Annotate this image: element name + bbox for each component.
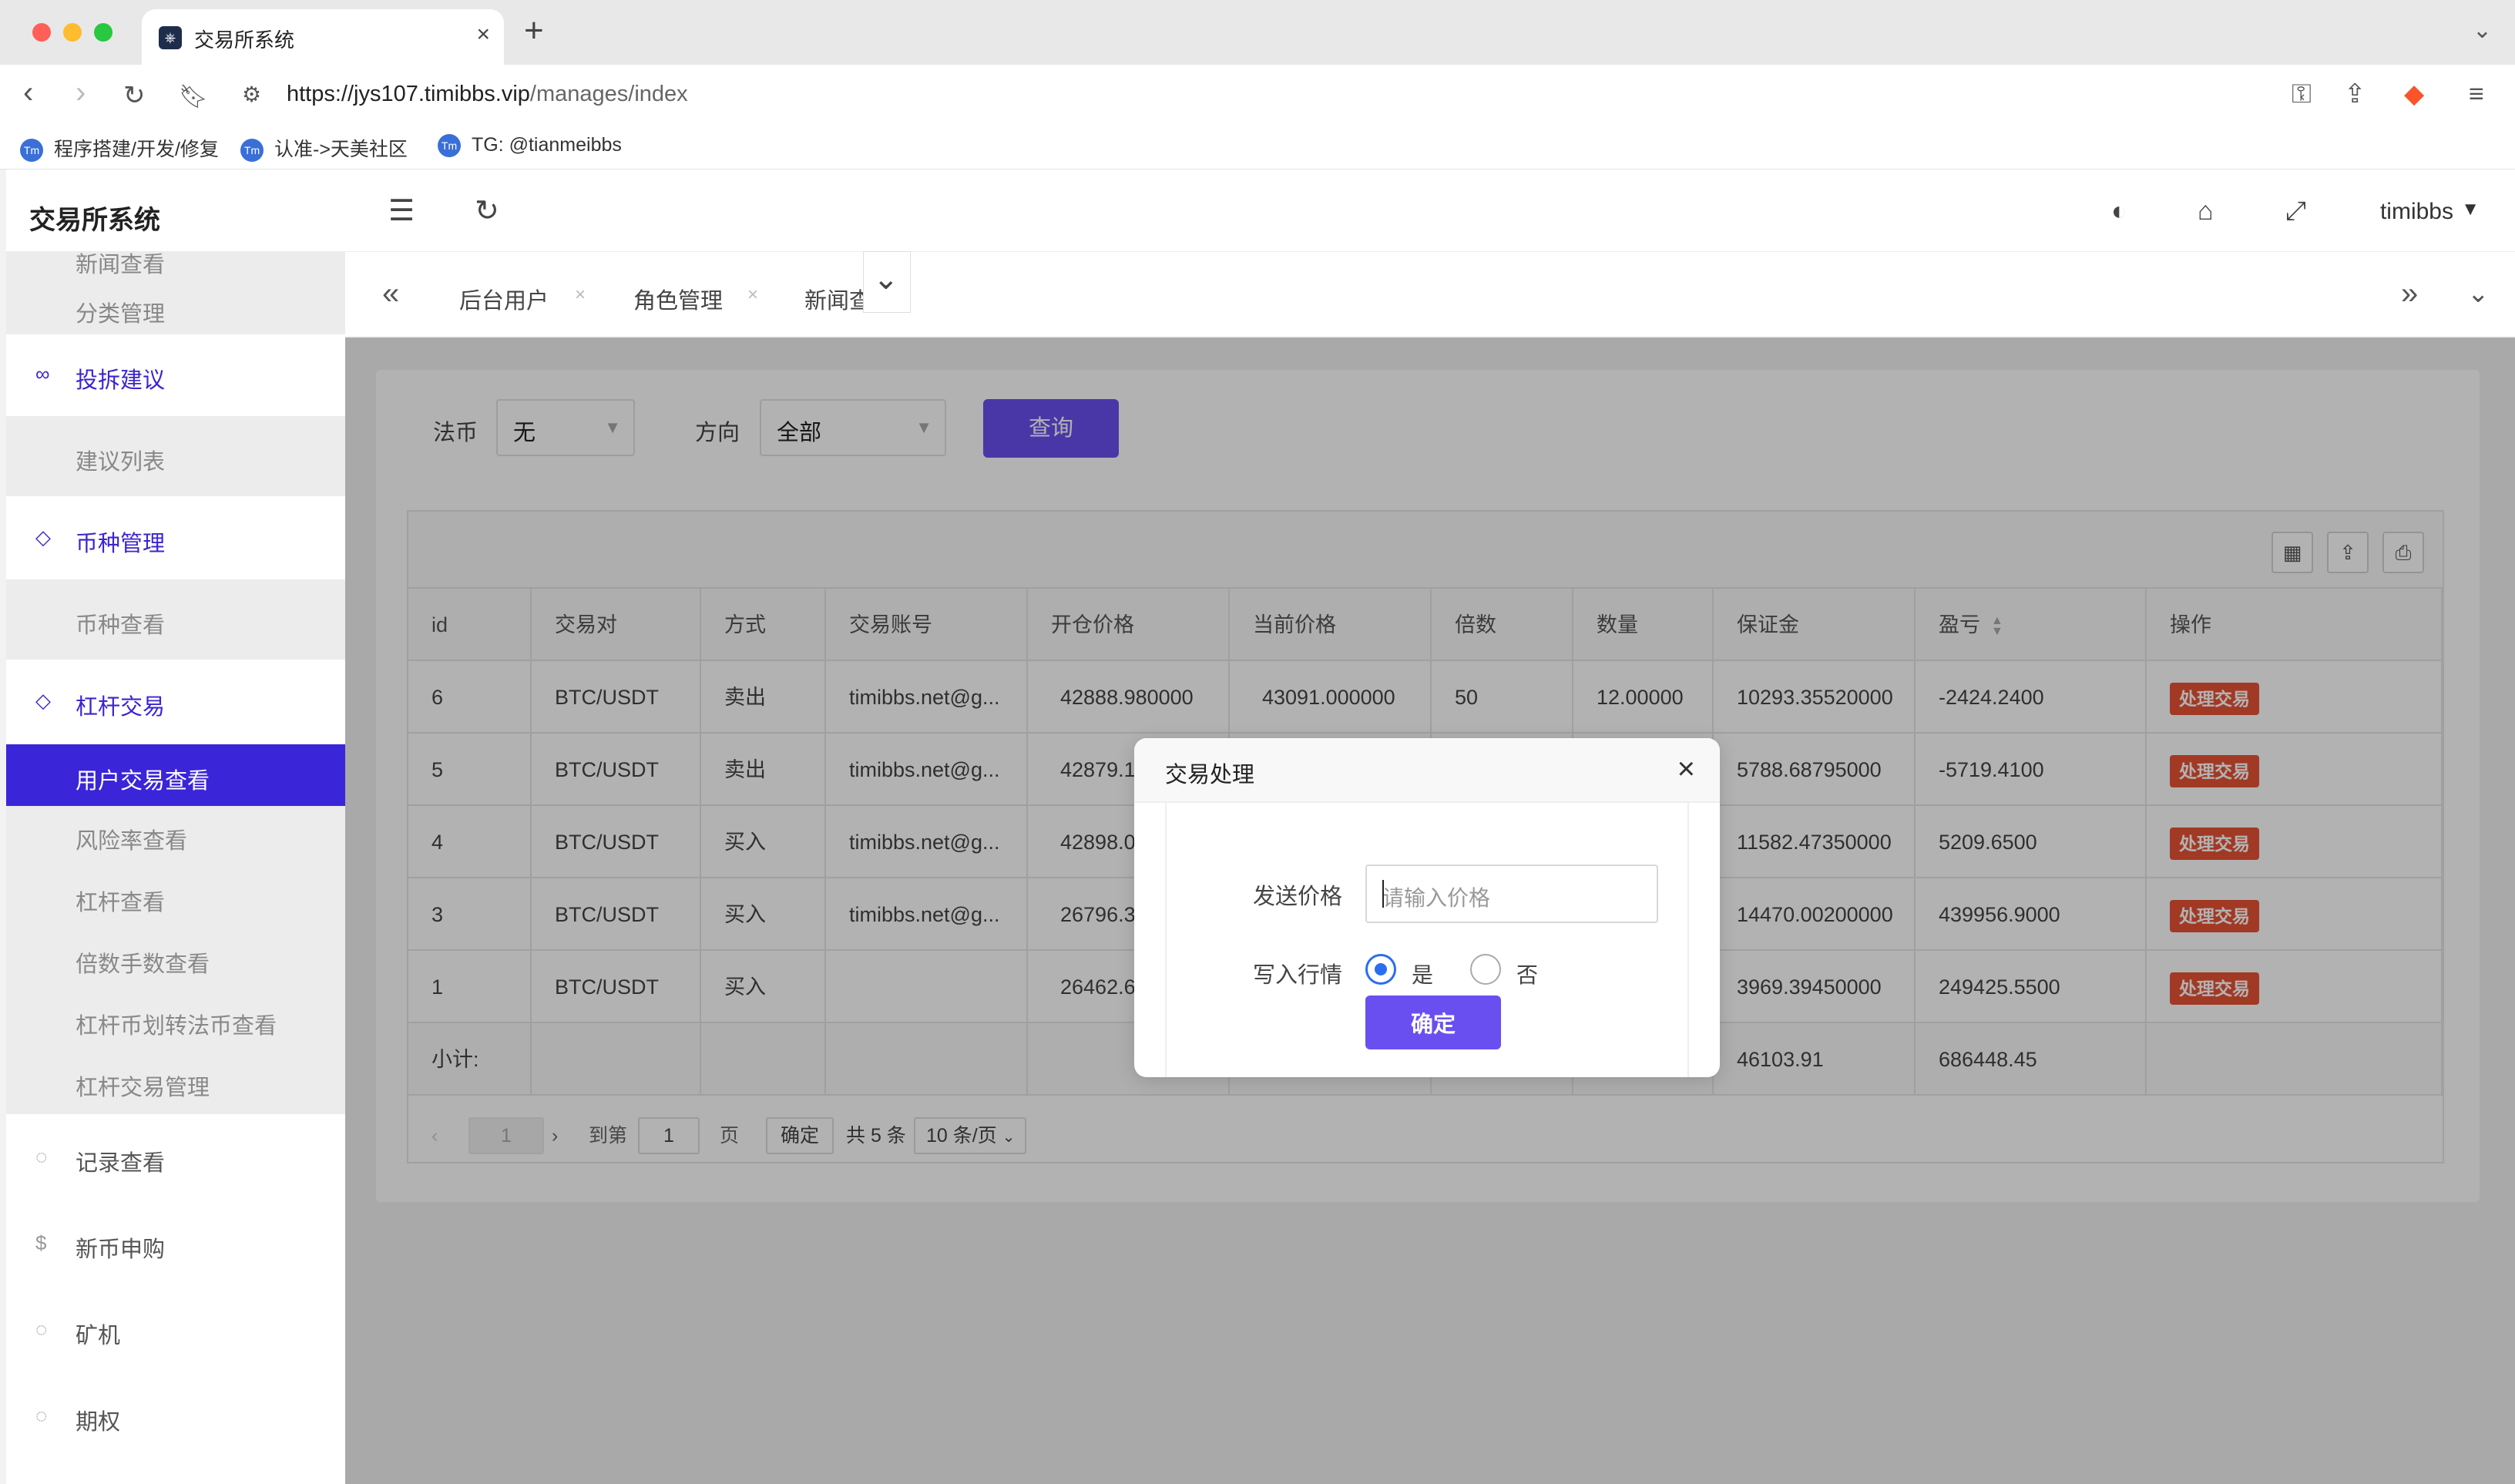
key-icon[interactable]: ⚿ — [2292, 79, 2312, 109]
circle-icon: ◌ — [35, 1145, 48, 1168]
minimize-window-button[interactable] — [63, 23, 82, 42]
sidebar-item-currency-view[interactable]: 币种查看 — [6, 579, 345, 660]
user-menu[interactable]: timibbs — [2380, 199, 2453, 225]
sidebar-item-transfer[interactable]: 杠杆币划转法币查看 — [6, 991, 345, 1053]
sidebar: 交易所系统 新闻查看 分类管理 ∞ 投拆建议 建议列表 ◇ 币种管理 币种查看 ◇ 杠… — [6, 170, 345, 1484]
dollar-icon: $ — [35, 1231, 47, 1254]
chevron-down-icon: ⌄ — [873, 262, 899, 296]
close-tab-icon[interactable]: × — [476, 22, 490, 48]
sidebar-item-news[interactable]: 新闻查看 — [6, 251, 345, 282]
tag-icon[interactable]: ⌂ — [2198, 196, 2214, 227]
confirm-button[interactable]: 确定 — [1365, 995, 1501, 1049]
sidebar-group-ico[interactable]: $ 新币申购 — [6, 1200, 345, 1287]
maximize-window-button[interactable] — [94, 23, 112, 42]
top-navbar: ☰ ↻ ◐ ⌂ ⤢ timibbs ▼ — [345, 170, 2515, 251]
circle-icon: ◌ — [35, 1318, 48, 1341]
fullscreen-icon[interactable]: ⤢ — [2285, 196, 2306, 227]
bookmark-item[interactable]: Tm TG: @tianmeibbs — [438, 134, 622, 158]
tabs-dropdown-icon[interactable]: ⌄ — [2467, 278, 2490, 309]
trade-process-dialog: 交易处理 × 发送价格 请输入价格 写入行情 是 否 确定 — [1134, 738, 1720, 1077]
tab-admin-users[interactable]: 后台用户 — [459, 283, 549, 315]
site-settings-icon[interactable]: ⚙ — [242, 82, 261, 107]
reload-icon[interactable]: ↻ — [123, 80, 146, 111]
caret-down-icon[interactable]: ▼ — [2461, 199, 2480, 220]
diamond-icon: ◇ — [35, 689, 51, 712]
browser-tab-title: 交易所系统 — [194, 29, 295, 52]
radio-yes-label[interactable]: 是 — [1412, 959, 1433, 989]
tabs-next-icon[interactable]: » — [2401, 277, 2418, 311]
forward-icon[interactable]: › — [76, 77, 86, 108]
link-icon: ∞ — [35, 362, 50, 385]
browser-tab-bar: ⎈ 交易所系统 × + ⌄ — [0, 0, 2515, 65]
sidebar-item-leverage-view[interactable]: 杠杆查看 — [6, 868, 345, 929]
bookmark-item[interactable]: Tm 认准->天美社区 — [240, 134, 408, 163]
new-tab-icon[interactable]: + — [524, 14, 544, 48]
bookmark-favicon-icon: Tm — [438, 134, 461, 158]
dialog-header: 交易处理 × — [1134, 738, 1720, 803]
sidebar-group-records[interactable]: ◌ 记录查看 — [6, 1114, 345, 1200]
dialog-body: 发送价格 请输入价格 写入行情 是 否 确定 — [1165, 803, 1689, 1077]
bookmark-item[interactable]: Tm 程序搭建/开发/修复 — [20, 134, 219, 163]
address-bar[interactable]: ⚙ https://jys107.timibbs.vip/manages/ind… — [231, 74, 2358, 114]
circle-icon: ◌ — [35, 1404, 48, 1427]
tabs-prev-icon[interactable]: « — [382, 277, 399, 311]
share-icon[interactable]: ⇪ — [2344, 79, 2366, 109]
close-icon[interactable]: × — [1677, 752, 1695, 786]
sidebar-item-multiplier[interactable]: 倍数手数查看 — [6, 929, 345, 991]
tab-news[interactable]: 新闻查 — [804, 283, 871, 315]
bookmark-favicon-icon: Tm — [240, 139, 264, 163]
sidebar-group-options[interactable]: ◌ 期权 — [6, 1373, 345, 1459]
app-title: 交易所系统 — [29, 206, 160, 235]
back-icon[interactable]: ‹ — [23, 77, 33, 108]
sidebar-group-suggestion[interactable]: ∞ 投拆建议 — [6, 334, 345, 416]
diamond-icon: ◇ — [35, 525, 51, 549]
tab-list-chevron-icon[interactable]: ⌄ — [2473, 17, 2492, 44]
radio-yes[interactable] — [1365, 954, 1396, 985]
tab-close-icon[interactable]: × — [747, 284, 758, 306]
brave-shield-icon[interactable]: ◆ — [2404, 79, 2424, 109]
radio-no[interactable] — [1470, 954, 1501, 985]
tab-close-icon[interactable]: × — [575, 284, 586, 306]
tab-roles[interactable]: 角色管理 — [633, 283, 723, 315]
page-tabs: « 后台用户 × 角色管理 × 新闻查 » ⌄ — [345, 251, 2515, 336]
bookmarks-bar: Tm 程序搭建/开发/修复 Tm 认准->天美社区 Tm TG: @tianmeibb… — [0, 123, 2515, 170]
market-label: 写入行情 — [1253, 963, 1343, 988]
collapse-menu-icon[interactable]: ☰ — [388, 196, 415, 227]
sidebar-item-user-trades[interactable]: 用户交易查看 — [6, 744, 345, 806]
bookmark-favicon-icon: Tm — [20, 139, 43, 163]
bookmark-icon[interactable]: 🔖︎ — [179, 82, 208, 112]
sidebar-item-risk-rate[interactable]: 风险率查看 — [6, 806, 345, 868]
tabs-overflow-dropdown[interactable]: ⌄ — [863, 251, 911, 313]
site-favicon-icon: ⎈ — [159, 26, 182, 49]
theme-icon[interactable]: ◐ — [2111, 196, 2127, 227]
sidebar-group-miner[interactable]: ◌ 矿机 — [6, 1287, 345, 1373]
sidebar-item-leverage-manage[interactable]: 杠杆交易管理 — [6, 1053, 345, 1114]
price-input[interactable]: 请输入价格 — [1365, 865, 1658, 923]
menu-icon[interactable]: ≡ — [2469, 79, 2484, 109]
sidebar-item-category[interactable]: 分类管理 — [6, 282, 345, 334]
radio-no-label[interactable]: 否 — [1516, 959, 1538, 989]
url-text: https://jys107.timibbs.vip/manages/index — [287, 82, 688, 106]
sidebar-item-suggestion-list[interactable]: 建议列表 — [6, 416, 345, 496]
dialog-title: 交易处理 — [1165, 763, 1255, 787]
text-cursor — [1382, 880, 1384, 908]
price-label: 发送价格 — [1253, 885, 1343, 909]
browser-toolbar: ‹ › ↻ 🔖︎ ⚙ https://jys107.timibbs.vip/ma… — [0, 65, 2515, 123]
refresh-icon[interactable]: ↻ — [475, 196, 499, 227]
sidebar-group-leverage[interactable]: ◇ 杠杆交易 — [6, 660, 345, 744]
browser-tab[interactable]: ⎈ 交易所系统 × — [142, 9, 504, 65]
close-window-button[interactable] — [32, 23, 51, 42]
sidebar-group-currency[interactable]: ◇ 币种管理 — [6, 496, 345, 579]
